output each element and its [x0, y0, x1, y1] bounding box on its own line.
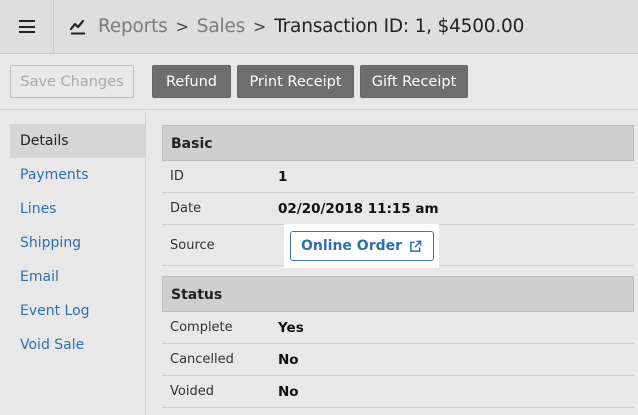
voided-row: Voided No [162, 376, 634, 408]
complete-value: Yes [278, 319, 304, 336]
sidebar-item-details[interactable]: Details [10, 124, 145, 158]
date-label: Date [170, 201, 202, 216]
top-header: Reports > Sales > Transaction ID: 1, $45… [0, 0, 638, 54]
details-content: Basic ID 1 Date 02/20/2018 11:15 am Sour… [162, 125, 634, 408]
page-title: Transaction ID: 1, $4500.00 [274, 16, 525, 37]
id-value: 1 [278, 168, 288, 185]
refund-button[interactable]: Refund [152, 65, 231, 98]
cancelled-value: No [278, 351, 299, 368]
date-row: Date 02/20/2018 11:15 am [162, 193, 634, 225]
sidebar-item-payments[interactable]: Payments [10, 158, 145, 192]
id-row: ID 1 [162, 161, 634, 193]
complete-label: Complete [170, 320, 233, 335]
menu-button[interactable] [0, 0, 54, 54]
sidebar-item-void-sale[interactable]: Void Sale [10, 328, 145, 362]
sidebar-nav: Details Payments Lines Shipping Email Ev… [0, 111, 146, 415]
action-toolbar: Save Changes Refund Print Receipt Gift R… [0, 54, 638, 110]
online-order-label: Online Order [300, 238, 403, 254]
breadcrumb-separator: > [253, 17, 267, 36]
hamburger-menu-icon [18, 20, 35, 33]
source-label: Source [170, 237, 215, 253]
basic-section-title: Basic [162, 125, 634, 161]
complete-row: Complete Yes [162, 312, 634, 344]
breadcrumb: Reports > Sales > Transaction ID: 1, $45… [70, 16, 524, 37]
sidebar-item-shipping[interactable]: Shipping [10, 226, 145, 260]
sidebar-item-email[interactable]: Email [10, 260, 145, 294]
status-section-title: Status [162, 276, 634, 312]
save-changes-button[interactable]: Save Changes [10, 65, 134, 98]
breadcrumb-separator: > [175, 17, 189, 36]
sidebar-item-event-log[interactable]: Event Log [10, 294, 145, 328]
date-value: 02/20/2018 11:15 am [278, 200, 439, 217]
line-chart-icon [70, 19, 85, 34]
print-receipt-button[interactable]: Print Receipt [237, 65, 354, 98]
breadcrumb-sales[interactable]: Sales [197, 16, 245, 37]
cancelled-row: Cancelled No [162, 344, 634, 376]
cancelled-label: Cancelled [170, 352, 234, 367]
online-order-button[interactable]: Online Order [289, 231, 434, 261]
voided-label: Voided [170, 384, 214, 399]
sidebar-item-lines[interactable]: Lines [10, 192, 145, 226]
external-link-icon [410, 240, 422, 252]
breadcrumb-reports[interactable]: Reports [98, 16, 168, 37]
id-label: ID [170, 169, 184, 184]
source-highlight: Online Order [284, 224, 439, 268]
voided-value: No [278, 383, 299, 400]
gift-receipt-button[interactable]: Gift Receipt [360, 65, 468, 98]
